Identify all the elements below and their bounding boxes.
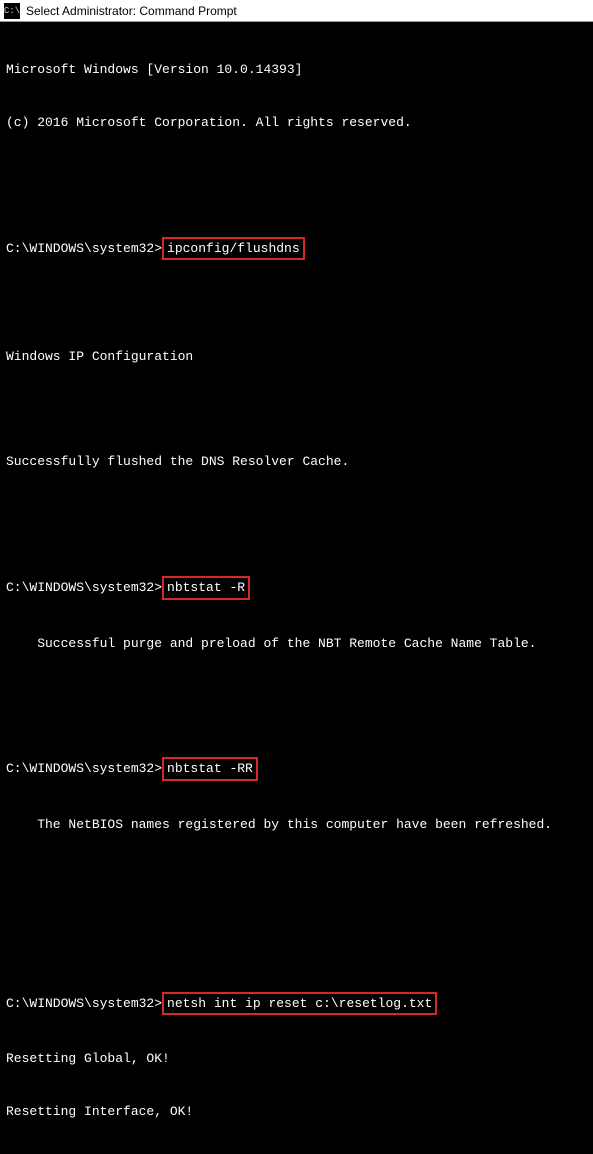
blank-line xyxy=(6,166,587,184)
prompt-line-4: C:\WINDOWS\system32> netsh int ip reset … xyxy=(6,992,587,1016)
blank-line xyxy=(6,506,587,524)
copyright-line: (c) 2016 Microsoft Corporation. All righ… xyxy=(6,114,587,132)
output-line: Windows IP Configuration xyxy=(6,348,587,366)
output-line: Successfully flushed the DNS Resolver Ca… xyxy=(6,453,587,471)
prompt-text: C:\WINDOWS\system32> xyxy=(6,760,162,778)
prompt-text: C:\WINDOWS\system32> xyxy=(6,995,162,1013)
command-ipconfig-flushdns: ipconfig/flushdns xyxy=(162,237,305,261)
prompt-line-1: C:\WINDOWS\system32> ipconfig/flushdns xyxy=(6,237,587,261)
output-line: Successful purge and preload of the NBT … xyxy=(6,635,587,653)
cmd-icon: C:\ xyxy=(4,3,20,19)
prompt-line-3: C:\WINDOWS\system32> nbtstat -RR xyxy=(6,757,587,781)
blank-line xyxy=(6,921,587,939)
prompt-line-2: C:\WINDOWS\system32> nbtstat -R xyxy=(6,576,587,600)
window-title-bar[interactable]: C:\ Select Administrator: Command Prompt xyxy=(0,0,593,22)
blank-line xyxy=(6,295,587,313)
prompt-text: C:\WINDOWS\system32> xyxy=(6,579,162,597)
prompt-text: C:\WINDOWS\system32> xyxy=(6,240,162,258)
blank-line xyxy=(6,687,587,705)
window-title: Select Administrator: Command Prompt xyxy=(26,4,237,18)
command-nbtstat-r: nbtstat -R xyxy=(162,576,250,600)
output-line: Resetting Interface, OK! xyxy=(6,1103,587,1121)
command-netsh-ip-reset: netsh int ip reset c:\resetlog.txt xyxy=(162,992,437,1016)
blank-line xyxy=(6,869,587,887)
command-nbtstat-rr: nbtstat -RR xyxy=(162,757,258,781)
output-line: The NetBIOS names registered by this com… xyxy=(6,816,587,834)
version-line: Microsoft Windows [Version 10.0.14393] xyxy=(6,61,587,79)
terminal-output[interactable]: Microsoft Windows [Version 10.0.14393] (… xyxy=(0,22,593,1154)
output-line: Resetting Global, OK! xyxy=(6,1050,587,1068)
blank-line xyxy=(6,400,587,418)
